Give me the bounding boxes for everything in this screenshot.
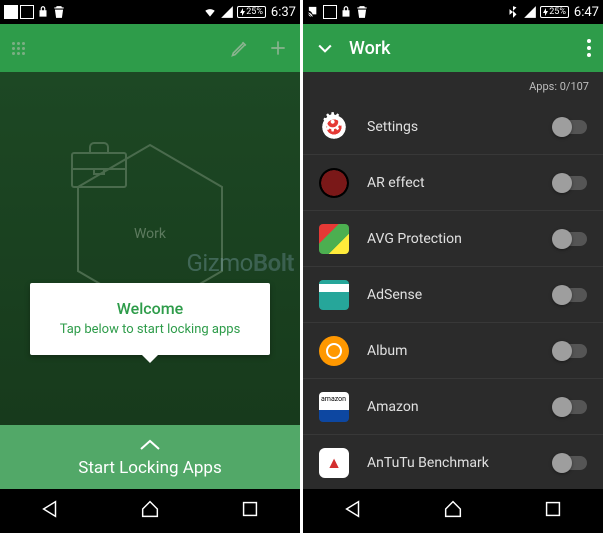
main-content: Work GizmoBolt Welcome Tap below to star…	[0, 72, 300, 425]
navigation-bar	[0, 489, 300, 533]
app-icon	[319, 336, 349, 366]
home-button[interactable]	[139, 498, 161, 524]
back-button[interactable]	[39, 498, 61, 524]
overflow-menu-icon[interactable]	[587, 39, 591, 57]
toggle-switch[interactable]	[553, 120, 587, 134]
recent-button[interactable]	[239, 498, 261, 524]
collapse-icon[interactable]	[315, 38, 335, 58]
cast-icon	[307, 5, 321, 19]
chevron-up-icon	[139, 437, 161, 456]
start-locking-button[interactable]: Start Locking Apps	[0, 425, 300, 489]
toolbar: Work	[303, 24, 603, 72]
bluetooth-icon	[506, 5, 520, 19]
main-content: Apps: 0/107 Settings AR effect AVG Prote…	[303, 72, 603, 489]
toggle-switch[interactable]	[553, 400, 587, 414]
lock-icon	[339, 5, 353, 19]
app-icon	[319, 224, 349, 254]
home-button[interactable]	[442, 498, 464, 524]
toggle-switch[interactable]	[553, 456, 587, 470]
phone-right: 25% 6:47 Work Apps: 0/107 Settings AR ef…	[303, 0, 603, 533]
app-name: Settings	[367, 119, 553, 135]
app-name: AVG Protection	[367, 231, 553, 247]
app-icon: amazon	[319, 392, 349, 422]
notification-icon	[4, 5, 18, 19]
status-bar: 25% 6:47	[303, 0, 603, 24]
battery-indicator: 25%	[540, 6, 569, 18]
lock-icon	[36, 5, 50, 19]
welcome-subtitle: Tap below to start locking apps	[40, 322, 260, 337]
app-icon	[319, 112, 349, 142]
welcome-tooltip: Welcome Tap below to start locking apps	[30, 283, 270, 355]
app-row-ar[interactable]: AR effect	[303, 155, 603, 211]
app-icon	[319, 448, 349, 478]
clock: 6:37	[271, 5, 296, 20]
recent-button[interactable]	[542, 498, 564, 524]
add-icon[interactable]	[268, 38, 288, 58]
toggle-switch[interactable]	[553, 288, 587, 302]
notification-icon	[323, 5, 337, 19]
app-row-antutu[interactable]: AnTuTu Benchmark	[303, 435, 603, 489]
toggle-switch[interactable]	[553, 232, 587, 246]
app-name: Amazon	[367, 399, 553, 415]
wifi-icon	[203, 5, 217, 19]
toolbar	[0, 24, 300, 72]
app-icon	[319, 168, 349, 198]
bag-icon	[355, 5, 369, 19]
welcome-title: Welcome	[40, 299, 260, 318]
edit-icon[interactable]	[230, 38, 250, 58]
profile-label: Work	[134, 226, 166, 242]
app-row-amazon[interactable]: amazon Amazon	[303, 379, 603, 435]
start-label: Start Locking Apps	[78, 458, 221, 478]
menu-grid-icon[interactable]	[12, 42, 25, 55]
phone-left: 25% 6:37 Work GizmoBolt Welcome Tap belo…	[0, 0, 300, 533]
clock: 6:47	[574, 5, 599, 20]
notification-icon	[20, 5, 34, 19]
app-list[interactable]: Settings AR effect AVG Protection AdSens…	[303, 99, 603, 489]
app-name: Album	[367, 343, 553, 359]
app-name: AdSense	[367, 287, 553, 303]
app-name: AnTuTu Benchmark	[367, 455, 553, 471]
battery-indicator: 25%	[237, 6, 266, 18]
toggle-switch[interactable]	[553, 344, 587, 358]
status-bar: 25% 6:37	[0, 0, 300, 24]
signal-icon	[523, 5, 537, 19]
apps-count: Apps: 0/107	[303, 72, 603, 99]
app-row-avg[interactable]: AVG Protection	[303, 211, 603, 267]
signal-icon	[220, 5, 234, 19]
navigation-bar	[303, 489, 603, 533]
back-button[interactable]	[342, 498, 364, 524]
app-row-album[interactable]: Album	[303, 323, 603, 379]
app-row-settings[interactable]: Settings	[303, 99, 603, 155]
toolbar-title: Work	[349, 38, 391, 59]
app-icon	[319, 280, 349, 310]
toggle-switch[interactable]	[553, 176, 587, 190]
bag-icon	[52, 5, 66, 19]
app-name: AR effect	[367, 175, 553, 191]
app-row-adsense[interactable]: AdSense	[303, 267, 603, 323]
